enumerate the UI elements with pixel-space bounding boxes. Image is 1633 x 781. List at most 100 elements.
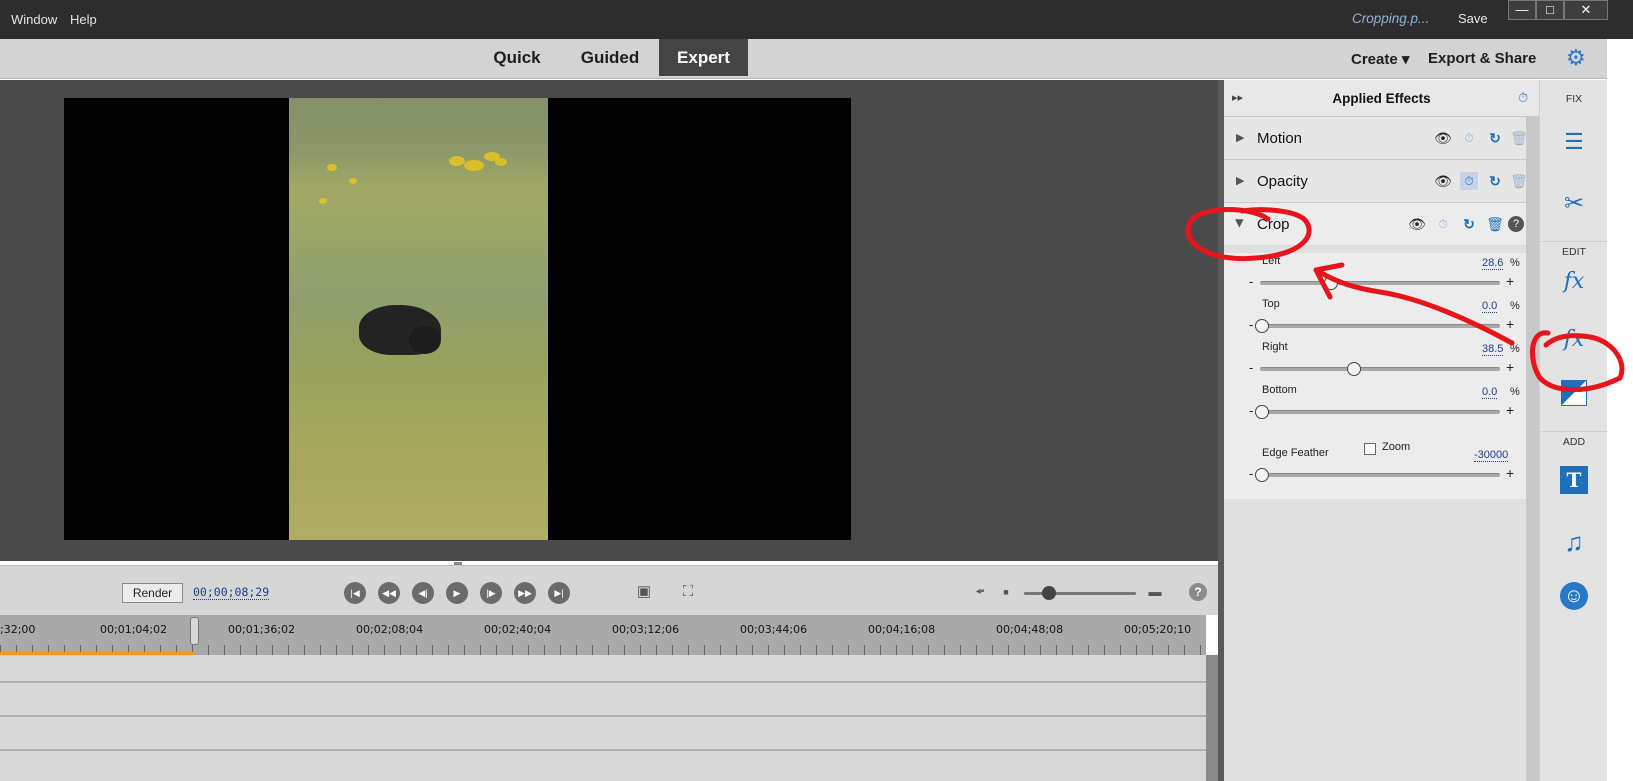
menu-bar: Window Help Cropping.p... Save — □ ✕ <box>0 0 1633 39</box>
right-toolbar: FIX ☰ ✂ EDIT fx fx ADD T ♫ ☺ <box>1539 80 1608 781</box>
applied-effects-fx-icon[interactable]: fx <box>1558 324 1590 356</box>
param-value-top[interactable]: 0.0 <box>1482 300 1498 313</box>
increase-button[interactable]: + <box>1506 402 1514 418</box>
ruler-label: 00;02;40;04 <box>484 623 552 636</box>
fullscreen-icon[interactable]: ⛶ <box>676 582 700 602</box>
goto-start-icon[interactable]: |◀ <box>344 582 366 604</box>
effect-name: Opacity <box>1257 173 1308 190</box>
increase-button[interactable]: + <box>1506 465 1514 481</box>
slider-bottom[interactable] <box>1260 410 1500 414</box>
zoom-checkbox[interactable] <box>1364 443 1376 455</box>
rewind-icon[interactable]: ◀◀ <box>378 582 400 604</box>
slider-knob-right[interactable] <box>1347 362 1362 376</box>
slider-knob-edge-feather[interactable] <box>1255 468 1269 482</box>
reset-icon[interactable]: ↻ <box>1486 129 1504 147</box>
eye-icon[interactable]: 👁 <box>1434 129 1452 147</box>
increase-button[interactable]: + <box>1506 273 1514 289</box>
keyframe-icon[interactable]: ⏱ <box>1460 129 1478 147</box>
create-menu-button[interactable]: Create ▾ <box>1351 50 1409 68</box>
eye-icon[interactable]: 👁 <box>1434 172 1452 190</box>
gear-icon[interactable]: ⚙ <box>1566 45 1586 71</box>
timeline-tracks[interactable] <box>0 655 1206 781</box>
increase-button[interactable]: + <box>1506 359 1514 375</box>
trash-icon[interactable]: 🗑 <box>1486 215 1504 233</box>
minimize-button[interactable]: — <box>1508 0 1536 20</box>
large-view-icon[interactable]: ▬ <box>1143 582 1167 602</box>
transitions-icon[interactable] <box>1561 380 1587 406</box>
effect-opacity[interactable]: ▶ Opacity 👁 ⏱ ↻ 🗑 <box>1224 160 1539 203</box>
decrease-button[interactable]: - <box>1249 403 1253 418</box>
tab-expert[interactable]: Expert <box>659 39 748 76</box>
ruler-label: 00;02;08;04 <box>356 623 424 636</box>
small-view-icon[interactable]: ■ <box>994 582 1018 602</box>
decrease-button[interactable]: - <box>1249 274 1253 289</box>
param-value-right[interactable]: 38.5 <box>1482 343 1504 356</box>
expand-triangle-icon[interactable]: ▶ <box>1236 174 1244 187</box>
help-icon[interactable]: ? <box>1189 583 1207 601</box>
decrease-button[interactable]: - <box>1249 317 1253 332</box>
tools-icon[interactable]: ✂ <box>1558 188 1590 220</box>
eye-icon[interactable]: 👁 <box>1408 215 1426 233</box>
ruler-label: 00;01;04;02 <box>100 623 168 636</box>
step-back-icon[interactable]: ◀| <box>412 582 434 604</box>
slider-edge-feather[interactable] <box>1260 473 1500 477</box>
video-preview-image <box>289 98 548 540</box>
monitor-settings-icon[interactable]: ▣ <box>632 582 656 602</box>
timeline-zoom-knob[interactable] <box>1042 586 1056 600</box>
ruler-label: 00;04;48;08 <box>996 623 1064 636</box>
decrease-button[interactable]: - <box>1249 466 1253 481</box>
keyframe-toggle-icon[interactable]: ⏱ <box>1518 90 1528 106</box>
graphics-smiley-icon[interactable]: ☺ <box>1560 582 1588 610</box>
increase-button[interactable]: + <box>1506 316 1514 332</box>
keyframe-icon[interactable]: ⏱ <box>1460 172 1478 190</box>
save-button[interactable]: Save <box>1458 11 1488 26</box>
reset-icon[interactable]: ↻ <box>1486 172 1504 190</box>
adjustments-icon[interactable]: ☰ <box>1558 126 1590 158</box>
play-icon[interactable]: ▶ <box>446 582 468 604</box>
slider-left[interactable] <box>1260 281 1500 285</box>
title-text-icon[interactable]: T <box>1560 466 1588 494</box>
ruler-label: 00;04;16;08 <box>868 623 936 636</box>
param-value-left[interactable]: 28.6 <box>1482 257 1504 270</box>
decrease-button[interactable]: - <box>1249 360 1253 375</box>
param-label-bottom: Bottom <box>1262 384 1297 396</box>
slider-right[interactable] <box>1260 367 1500 371</box>
timecode-field[interactable]: 00;00;08;29 <box>193 585 270 600</box>
close-button[interactable]: ✕ <box>1564 0 1608 20</box>
param-unit: % <box>1510 257 1520 269</box>
tab-guided[interactable]: Guided <box>566 39 654 76</box>
menu-window[interactable]: Window <box>11 12 57 27</box>
zoom-out-timeline-icon[interactable]: ◂▪ <box>968 582 992 602</box>
export-share-button[interactable]: Export & Share <box>1428 50 1536 67</box>
param-value-edge-feather[interactable]: -30000 <box>1474 449 1509 462</box>
panel-scrollbar[interactable] <box>1526 117 1539 781</box>
fast-forward-icon[interactable]: ▶▶ <box>514 582 536 604</box>
maximize-button[interactable]: □ <box>1536 0 1564 20</box>
slider-knob-bottom[interactable] <box>1255 405 1269 419</box>
render-button[interactable]: Render <box>122 583 183 603</box>
effect-crop[interactable]: ▶ Crop 👁 ⏱ ↻ 🗑 ? <box>1224 203 1539 246</box>
timeline-scrollbar[interactable] <box>1206 655 1218 781</box>
expand-triangle-icon[interactable]: ▶ <box>1236 131 1244 144</box>
video-frame <box>64 98 851 540</box>
music-icon[interactable]: ♫ <box>1558 526 1590 558</box>
collapse-triangle-icon[interactable]: ▶ <box>1234 219 1247 227</box>
menu-help[interactable]: Help <box>70 12 97 27</box>
slider-top[interactable] <box>1260 324 1500 328</box>
goto-end-icon[interactable]: ▶| <box>548 582 570 604</box>
timeline-zoom-slider[interactable] <box>1024 592 1136 595</box>
param-value-bottom[interactable]: 0.0 <box>1482 386 1498 399</box>
help-icon[interactable]: ? <box>1508 216 1524 232</box>
step-forward-icon[interactable]: |▶ <box>480 582 502 604</box>
timeline-ruler[interactable]: ;32;00 00;01;04;02 00;01;36;02 00;02;08;… <box>0 615 1206 655</box>
keyframe-icon[interactable]: ⏱ <box>1434 215 1452 233</box>
tab-quick[interactable]: Quick <box>478 39 556 76</box>
slider-knob-left[interactable] <box>1323 276 1338 290</box>
playhead-handle[interactable] <box>190 617 199 645</box>
ruler-label: 00;01;36;02 <box>228 623 296 636</box>
effect-motion[interactable]: ▶ Motion 👁 ⏱ ↻ 🗑 <box>1224 117 1539 160</box>
fx-edit-icon[interactable]: fx <box>1558 266 1590 298</box>
crop-parameters: Left 28.6 % - + Top 0.0 % - + Right 38.5… <box>1224 253 1539 499</box>
slider-knob-top[interactable] <box>1255 319 1269 333</box>
reset-icon[interactable]: ↻ <box>1460 215 1478 233</box>
